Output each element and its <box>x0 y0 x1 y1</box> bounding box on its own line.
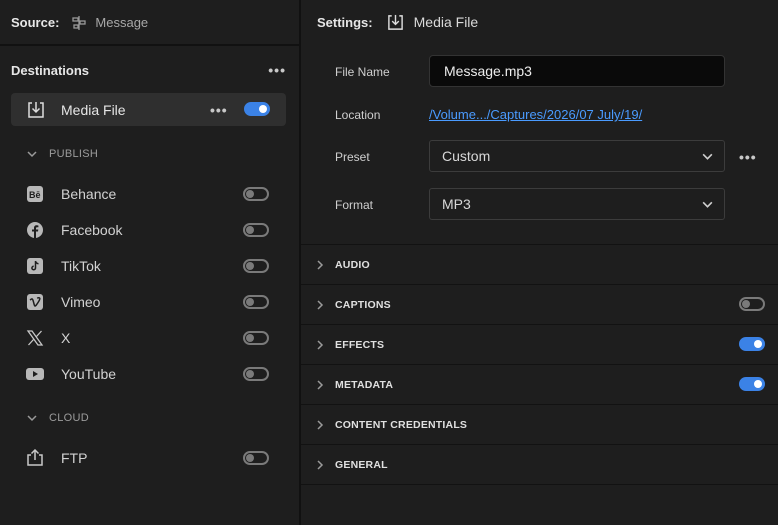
section-effects[interactable]: EFFECTS <box>301 324 778 364</box>
captions-toggle[interactable] <box>739 297 765 311</box>
chevron-right-icon <box>314 419 326 431</box>
chevron-down-icon <box>26 412 38 424</box>
chevron-right-icon <box>314 299 326 311</box>
x-label: X <box>61 330 71 346</box>
facebook-icon <box>26 221 44 239</box>
format-value: MP3 <box>442 196 471 212</box>
section-general-label: GENERAL <box>335 458 388 471</box>
metadata-toggle[interactable] <box>739 377 765 391</box>
destination-youtube[interactable]: YouTube <box>26 363 286 385</box>
x-toggle[interactable] <box>243 331 269 345</box>
format-label: Format <box>335 198 374 212</box>
section-content-credentials[interactable]: CONTENT CREDENTIALS <box>301 404 778 444</box>
section-metadata-label: METADATA <box>335 378 394 391</box>
settings-label: Settings: <box>317 14 373 30</box>
destinations-panel: Source: Message Destinations ••• Media F… <box>0 0 299 525</box>
chevron-down-icon <box>701 150 714 163</box>
format-select[interactable]: MP3 <box>429 188 725 220</box>
youtube-icon <box>26 365 44 383</box>
group-cloud-label: CLOUD <box>49 412 90 424</box>
vimeo-label: Vimeo <box>61 294 101 310</box>
facebook-toggle[interactable] <box>243 223 269 237</box>
destination-ftp[interactable]: FTP <box>26 447 286 469</box>
chevron-right-icon <box>314 459 326 471</box>
group-publish-label: PUBLISH <box>49 148 99 160</box>
section-general[interactable]: GENERAL <box>301 444 778 484</box>
preset-value: Custom <box>442 148 491 164</box>
youtube-label: YouTube <box>61 366 117 382</box>
ftp-toggle[interactable] <box>243 451 269 465</box>
section-effects-label: EFFECTS <box>335 338 385 351</box>
tiktok-icon <box>26 257 44 275</box>
group-publish[interactable]: PUBLISH <box>26 146 98 162</box>
section-captions[interactable]: CAPTIONS <box>301 284 778 324</box>
destinations-more-button[interactable]: ••• <box>268 63 286 77</box>
behance-toggle[interactable] <box>243 187 269 201</box>
x-icon <box>26 329 44 347</box>
media-file-more-button[interactable]: ••• <box>210 103 228 117</box>
preset-label: Preset <box>335 150 370 164</box>
behance-icon: Bē <box>26 185 44 203</box>
destination-tiktok[interactable]: TikTok <box>26 255 286 277</box>
settings-target: Media File <box>413 14 479 30</box>
destinations-header: Destinations ••• <box>11 60 286 80</box>
tiktok-label: TikTok <box>61 258 101 274</box>
ftp-label: FTP <box>61 450 88 466</box>
destination-vimeo[interactable]: Vimeo <box>26 291 286 313</box>
settings-panel: Settings: Media File File Name Message.m… <box>301 0 778 525</box>
file-name-label: File Name <box>335 65 390 79</box>
chevron-right-icon <box>314 379 326 391</box>
settings-header: Settings: Media File <box>317 12 478 32</box>
source-value: Message <box>95 15 149 30</box>
destination-x[interactable]: X <box>26 327 286 349</box>
sections-bottom-divider <box>301 484 778 485</box>
destination-behance[interactable]: Bē Behance <box>26 183 286 205</box>
tiktok-toggle[interactable] <box>243 259 269 273</box>
destinations-title: Destinations <box>11 62 90 78</box>
destination-media-file[interactable]: Media File ••• <box>11 93 286 126</box>
chevron-right-icon <box>314 259 326 271</box>
vimeo-icon <box>26 293 44 311</box>
section-audio[interactable]: AUDIO <box>301 244 778 284</box>
facebook-label: Facebook <box>61 222 123 238</box>
youtube-toggle[interactable] <box>243 367 269 381</box>
section-audio-label: AUDIO <box>335 258 370 271</box>
vimeo-toggle[interactable] <box>243 295 269 309</box>
preset-more-button[interactable]: ••• <box>739 150 757 164</box>
section-metadata[interactable]: METADATA <box>301 364 778 404</box>
export-icon <box>387 14 404 31</box>
preset-select[interactable]: Custom <box>429 140 725 172</box>
source-divider <box>0 44 299 46</box>
section-captions-label: CAPTIONS <box>335 298 391 311</box>
behance-label: Behance <box>61 186 117 202</box>
source-bar: Source: Message <box>0 0 299 45</box>
file-name-input[interactable]: Message.mp3 <box>429 55 725 87</box>
source-label: Source: <box>11 15 60 30</box>
destination-media-file-label: Media File <box>61 101 126 118</box>
destination-facebook[interactable]: Facebook <box>26 219 286 241</box>
location-link[interactable]: /Volume.../Captures/2026/07 July/19/ <box>429 107 642 122</box>
upload-icon <box>26 449 44 467</box>
sequence-icon <box>71 15 87 31</box>
location-label: Location <box>335 108 381 122</box>
chevron-down-icon <box>701 198 714 211</box>
section-content-credentials-label: CONTENT CREDENTIALS <box>335 418 468 431</box>
group-cloud[interactable]: CLOUD <box>26 410 89 426</box>
effects-toggle[interactable] <box>739 337 765 351</box>
chevron-right-icon <box>314 339 326 351</box>
chevron-down-icon <box>26 148 38 160</box>
export-icon <box>27 101 45 119</box>
svg-text:Bē: Bē <box>29 190 41 200</box>
media-file-toggle[interactable] <box>244 102 270 116</box>
